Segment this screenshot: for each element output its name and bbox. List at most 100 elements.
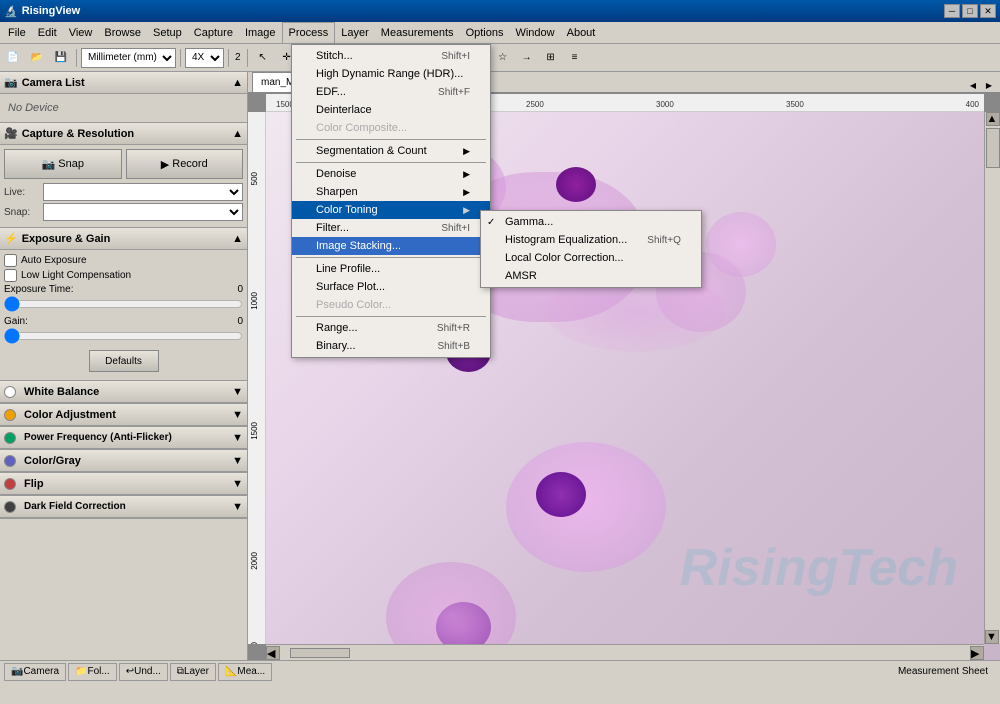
snap-button[interactable]: 📷 Snap [4, 149, 122, 179]
vscroll-down[interactable]: ▼ [985, 630, 999, 644]
camera-header[interactable]: 📷 Camera List ▲ [0, 72, 247, 94]
capture-buttons: 📷 Snap ▶ Record [4, 149, 243, 179]
menu-line-profile[interactable]: Line Profile... [292, 260, 490, 278]
menu-seg-count[interactable]: Segmentation & Count ▶ [292, 142, 490, 160]
hscroll-thumb[interactable] [290, 648, 350, 658]
menu-sharpen[interactable]: Sharpen ▶ [292, 183, 490, 201]
menu-sep2 [296, 162, 486, 163]
histogram-shortcut: Shift+Q [627, 235, 681, 246]
submenu-histogram[interactable]: Histogram Equalization... Shift+Q [481, 231, 701, 249]
submenu-local-color[interactable]: Local Color Correction... [481, 249, 701, 267]
pseudo-color-label: Pseudo Color... [316, 299, 391, 311]
menu-layer[interactable]: Layer [335, 22, 375, 43]
status-measure[interactable]: 📐 Mea... [218, 663, 272, 681]
menu-color-toning[interactable]: Color Toning ▶ [292, 201, 490, 219]
status-layer[interactable]: ⧉ Layer [170, 663, 216, 681]
status-camera[interactable]: 📷 Camera [4, 663, 66, 681]
menu-file[interactable]: File [2, 22, 32, 43]
menu-denoise[interactable]: Denoise ▶ [292, 165, 490, 183]
exposure-time-label: Exposure Time: [4, 284, 73, 295]
cg-icon [4, 455, 16, 467]
seg-count-arrow: ▶ [463, 146, 470, 157]
toolbar-save[interactable]: 💾 [50, 47, 72, 69]
menu-image-stacking[interactable]: Image Stacking... [292, 237, 490, 255]
toolbar-grid[interactable]: ⊞ [540, 47, 562, 69]
hscroll-right[interactable]: ▶ [970, 646, 984, 660]
menu-binary[interactable]: Binary... Shift+B [292, 337, 490, 355]
color-composite-label: Color Composite... [316, 122, 407, 134]
defaults-button[interactable]: Defaults [89, 350, 159, 372]
menu-measurements[interactable]: Measurements [375, 22, 460, 43]
menu-setup[interactable]: Setup [147, 22, 188, 43]
white-balance-header[interactable]: White Balance ▼ [0, 381, 247, 403]
menu-stitch[interactable]: Stitch... Shift+I [292, 47, 490, 65]
local-color-label: Local Color Correction... [505, 252, 624, 264]
toolbar-star[interactable]: ☆ [492, 47, 514, 69]
menu-sep4 [296, 316, 486, 317]
menu-surface-plot[interactable]: Surface Plot... [292, 278, 490, 296]
menu-view[interactable]: View [63, 22, 99, 43]
toolbar-open[interactable]: 📂 [26, 47, 48, 69]
ca-icon [4, 409, 16, 421]
menu-range[interactable]: Range... Shift+R [292, 319, 490, 337]
unit-select[interactable]: Millimeter (mm) [81, 48, 176, 68]
ruler-left-1500: 1500 [250, 422, 259, 440]
flip-icon [4, 478, 16, 490]
exposure-header[interactable]: ⚡ Exposure & Gain ▲ [0, 228, 247, 250]
menu-hdr[interactable]: High Dynamic Range (HDR)... [292, 65, 490, 83]
horizontal-scrollbar[interactable]: ◀ ▶ [266, 644, 984, 660]
close-button[interactable]: ✕ [980, 4, 996, 18]
dark-field-header[interactable]: Dark Field Correction ▼ [0, 496, 247, 518]
snap-select[interactable] [43, 203, 243, 221]
record-button[interactable]: ▶ Record [126, 149, 244, 179]
menu-edf[interactable]: EDF... Shift+F [292, 83, 490, 101]
gain-slider-container [4, 329, 243, 346]
color-gray-header[interactable]: Color/Gray ▼ [0, 450, 247, 472]
capture-header[interactable]: 🎥 Capture & Resolution ▲ [0, 123, 247, 145]
auto-exposure-checkbox[interactable] [4, 254, 17, 267]
tab-next[interactable]: ▶ [982, 78, 996, 92]
menu-edit[interactable]: Edit [32, 22, 63, 43]
menu-deinterlace[interactable]: Deinterlace [292, 101, 490, 119]
color-adjustment-header[interactable]: Color Adjustment ▼ [0, 404, 247, 426]
menu-process[interactable]: Process [282, 22, 336, 43]
gain-slider[interactable] [4, 329, 243, 343]
toolbar-more[interactable]: ≡ [564, 47, 586, 69]
menu-filter[interactable]: Filter... Shift+I [292, 219, 490, 237]
menu-window[interactable]: Window [509, 22, 560, 43]
status-undo[interactable]: ↩ Und... [119, 663, 168, 681]
ruler-left-1000: 1000 [250, 292, 259, 310]
zoom-select[interactable]: 4X [185, 48, 224, 68]
power-frequency-header[interactable]: Power Frequency (Anti-Flicker) ▼ [0, 427, 247, 449]
hscroll-track[interactable] [280, 648, 970, 658]
tab-prev[interactable]: ◀ [966, 78, 980, 92]
menu-capture[interactable]: Capture [188, 22, 239, 43]
seg-count-label: Segmentation & Count [316, 145, 427, 157]
exposure-time-row: Exposure Time: 0 [4, 284, 243, 295]
submenu-gamma[interactable]: ✓ Gamma... [481, 213, 701, 231]
minimize-button[interactable]: ─ [944, 4, 960, 18]
ca-title: Color Adjustment [24, 409, 116, 421]
vscroll-up[interactable]: ▲ [986, 112, 1000, 126]
status-folder[interactable]: 📁 Fol... [68, 663, 117, 681]
undo-status-icon: ↩ [126, 666, 134, 677]
low-light-checkbox[interactable] [4, 269, 17, 282]
exposure-slider[interactable] [4, 297, 243, 311]
folder-status-icon: 📁 [75, 666, 87, 677]
menu-image[interactable]: Image [239, 22, 282, 43]
menu-browse[interactable]: Browse [98, 22, 147, 43]
flip-header[interactable]: Flip ▼ [0, 473, 247, 495]
hscroll-left[interactable]: ◀ [266, 646, 280, 660]
menu-options[interactable]: Options [460, 22, 510, 43]
toolbar-new[interactable]: 📄 [2, 47, 24, 69]
toolbar-arrow[interactable]: → [516, 47, 538, 69]
maximize-button[interactable]: □ [962, 4, 978, 18]
vscroll-thumb[interactable] [986, 128, 1000, 168]
auto-exposure-label: Auto Exposure [21, 255, 87, 266]
capture-icon: 🎥 [4, 127, 18, 140]
live-select[interactable] [43, 183, 243, 201]
submenu-amsr[interactable]: AMSR [481, 267, 701, 285]
menu-about[interactable]: About [561, 22, 602, 43]
vertical-scrollbar[interactable]: ▲ ▼ [984, 112, 1000, 644]
toolbar-pointer[interactable]: ↖ [252, 47, 274, 69]
